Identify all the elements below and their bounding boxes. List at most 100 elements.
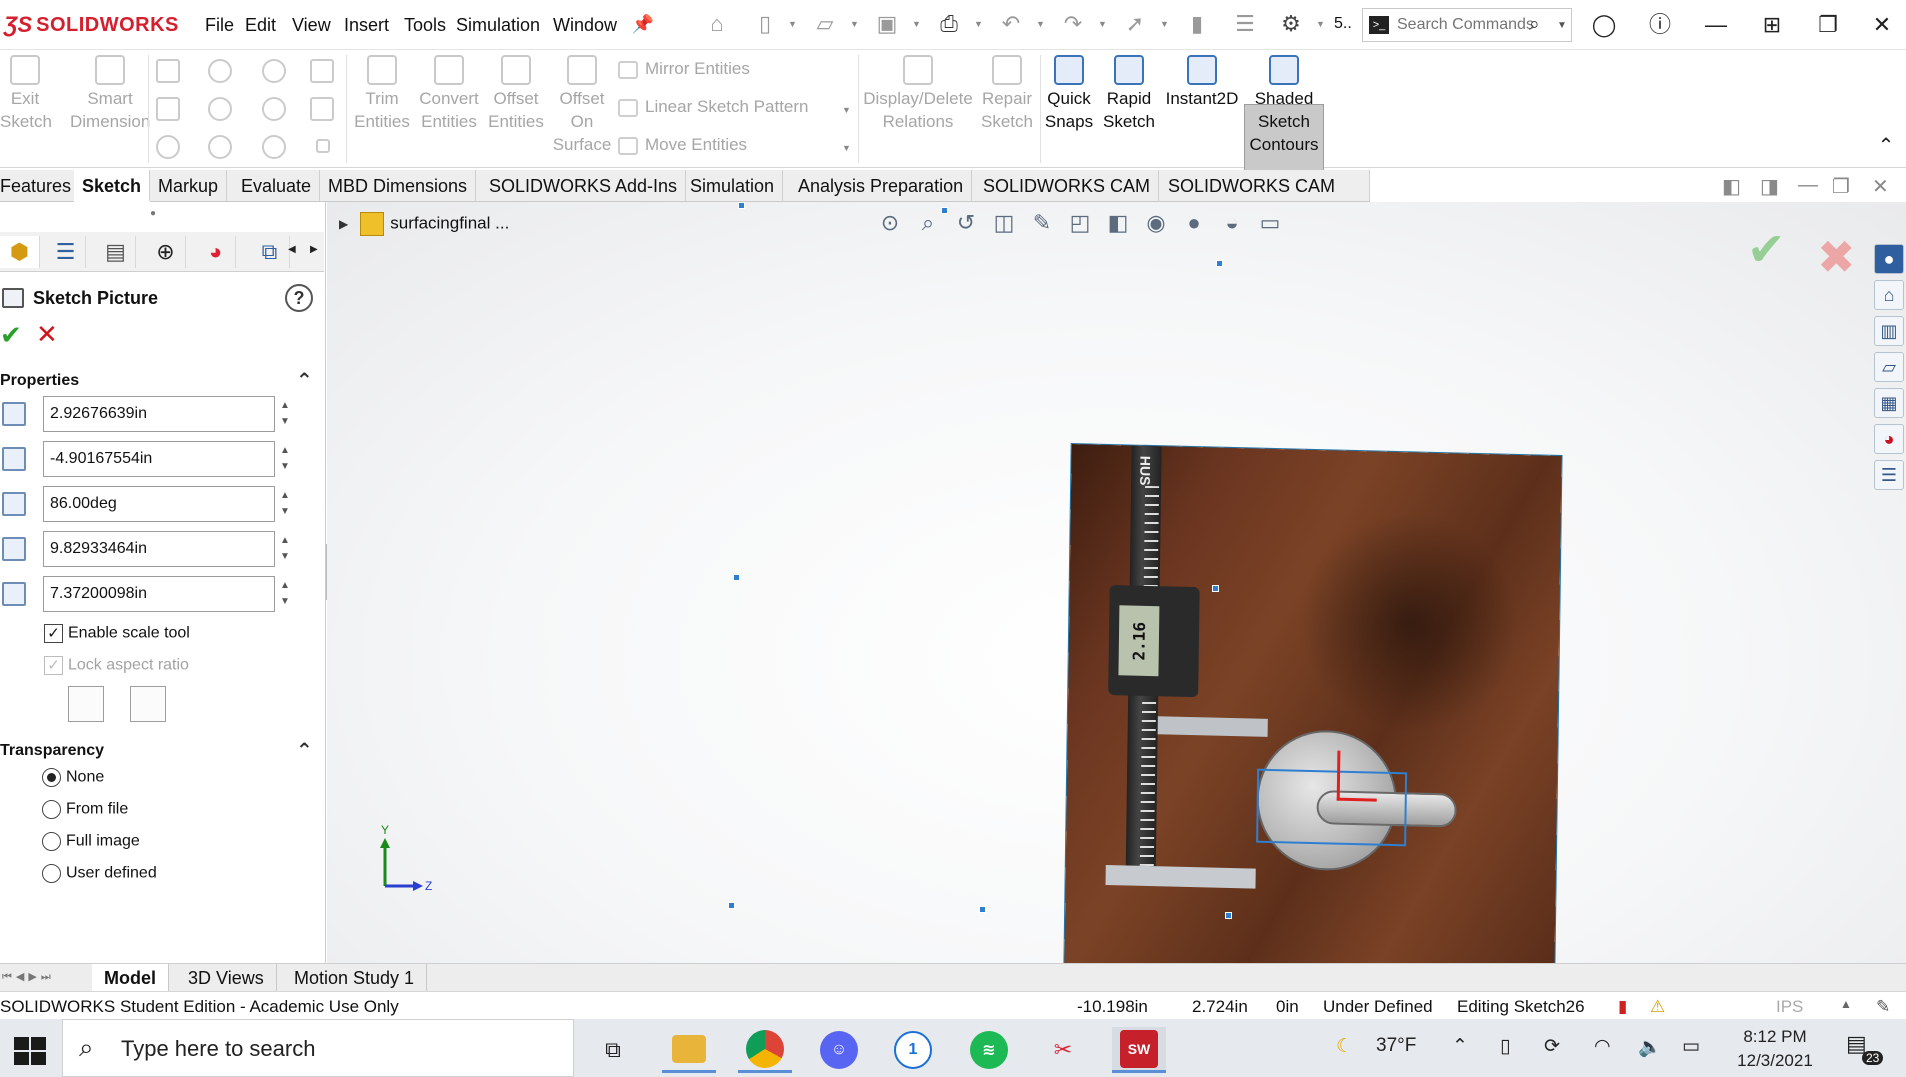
view-palette-icon[interactable]: ▦ — [1874, 388, 1904, 418]
plane-icon[interactable] — [316, 139, 330, 153]
user-account-icon[interactable]: ◯ — [1584, 10, 1624, 40]
radio-icon[interactable] — [42, 864, 61, 883]
save-icon[interactable]: ▣ — [872, 9, 902, 39]
tile-left-icon[interactable]: ◧ — [1722, 174, 1741, 199]
file-properties-icon[interactable]: ☰ — [1230, 9, 1260, 39]
transparency-group-header[interactable]: Transparency ⌃ — [0, 738, 326, 764]
tab-evaluate[interactable]: Evaluate — [233, 170, 321, 202]
tab-features[interactable]: Features — [0, 170, 81, 202]
flip-horizontal-button[interactable] — [68, 686, 104, 722]
slot-icon[interactable] — [156, 135, 180, 159]
trim-entities-button[interactable]: Trim Entities — [350, 55, 414, 133]
undo-icon[interactable]: ↶ — [996, 9, 1026, 39]
offset-entities-button[interactable]: Offset Entities — [484, 55, 548, 133]
feature-tree-flyout[interactable]: ▶ surfacingfinal ... — [339, 212, 509, 236]
checkbox-checked-icon[interactable]: ✓ — [44, 624, 63, 643]
start-button[interactable] — [8, 1031, 46, 1067]
home-icon[interactable]: ⌂ — [702, 9, 732, 39]
linear-sketch-pattern-button[interactable]: Linear Sketch Pattern — [618, 97, 808, 117]
tab-3d-views[interactable]: 3D Views — [176, 964, 277, 992]
mirror-entities-button[interactable]: Mirror Entities — [618, 59, 750, 79]
weather-moon-icon[interactable]: ☾ — [1336, 1035, 1353, 1058]
tile-right-icon[interactable]: ◨ — [1760, 174, 1779, 199]
collapse-transparency-icon[interactable]: ⌃ — [296, 738, 313, 763]
taskbar-search[interactable]: ⌕ Type here to search — [62, 1019, 574, 1077]
previous-view-icon[interactable]: ↺ — [950, 208, 982, 238]
resize-handle-left[interactable] — [733, 574, 740, 581]
resize-handle-top-left[interactable] — [738, 202, 745, 209]
resize-handle-bottom-right[interactable] — [1225, 912, 1232, 919]
tab-scroll-right-icon[interactable]: ▶ — [310, 244, 318, 255]
help-icon[interactable]: ⓘ — [1640, 10, 1680, 40]
sketch-picture-image[interactable]: HUS 2.16 — [1062, 444, 1562, 963]
tab-analysis-preparation[interactable]: Analysis Preparation — [790, 170, 973, 202]
menu-simulation[interactable]: Simulation — [456, 15, 540, 36]
tab-mbd-dimensions[interactable]: MBD Dimensions — [320, 170, 477, 202]
select-cursor-icon[interactable]: ➚ — [1120, 9, 1150, 39]
pattern-dropdown-icon[interactable]: ▼ — [842, 105, 851, 115]
tab-addins[interactable]: SOLIDWORKS Add-Ins — [481, 170, 687, 202]
spline-icon[interactable] — [262, 59, 286, 83]
ellipse-icon[interactable] — [262, 97, 286, 121]
lock-aspect-ratio-checkbox[interactable]: ✓ Lock aspect ratio — [44, 656, 189, 680]
doc-minimize-icon[interactable]: — — [1798, 174, 1818, 197]
search-commands-input[interactable] — [1397, 14, 1537, 36]
new-document-icon[interactable]: ▯ — [750, 9, 780, 39]
rebuild-icon[interactable]: ▮ — [1182, 9, 1212, 39]
hide-show-items-icon[interactable]: ◉ — [1140, 208, 1172, 238]
angle-input[interactable] — [43, 486, 275, 522]
print-dropdown-icon[interactable]: ▼ — [974, 19, 983, 29]
appearances-icon[interactable]: ◕ — [1874, 424, 1904, 454]
properties-group-header[interactable]: Properties ⌃ — [0, 368, 326, 394]
collapse-properties-icon[interactable]: ⌃ — [296, 368, 313, 393]
open-dropdown-icon[interactable]: ▼ — [850, 19, 859, 29]
resize-handle-right[interactable] — [1212, 585, 1219, 592]
collapse-ribbon-icon[interactable]: ⌃ — [1866, 131, 1906, 161]
display-manager-tab-icon[interactable]: ◕ — [196, 236, 236, 268]
confirm-cancel-icon[interactable]: ✖ — [1817, 230, 1856, 284]
tab-sketch[interactable]: Sketch — [74, 170, 151, 202]
display-delete-relations-button[interactable]: Display/Delete Relations — [862, 55, 974, 133]
property-manager-tab-icon[interactable]: ☰ — [46, 236, 86, 268]
print-icon[interactable]: ⎙ — [934, 9, 964, 39]
zoom-to-area-icon[interactable]: ⌕ — [912, 208, 944, 238]
wifi-icon[interactable]: ◠ — [1594, 1035, 1611, 1058]
quick-snaps-button[interactable]: Quick Snaps — [1042, 55, 1096, 133]
height-spinner-icon[interactable]: ▲ ▼ — [280, 578, 290, 610]
save-dropdown-icon[interactable]: ▼ — [912, 19, 921, 29]
move-dropdown-icon[interactable]: ▼ — [842, 143, 851, 153]
transparency-none-radio[interactable]: None — [42, 768, 104, 792]
tab-scroll-icons[interactable]: ⏮◀▶⏭ — [2, 970, 55, 984]
home-pane-icon[interactable]: ⌂ — [1874, 280, 1904, 310]
resize-handle-bottom-left[interactable] — [728, 902, 735, 909]
smart-dimension-button[interactable]: Smart Dimension — [70, 55, 150, 133]
restore-layout-button[interactable]: ⊞ — [1752, 10, 1792, 40]
tab-solidworks-cam[interactable]: SOLIDWORKS CAM — [975, 170, 1160, 202]
open-folder-icon[interactable]: ▱ — [810, 9, 840, 39]
rebuild-status-icon[interactable]: ▮ — [1618, 997, 1627, 1017]
resize-handle-bottom[interactable] — [979, 906, 986, 913]
sync-icon[interactable]: ⟳ — [1544, 1035, 1560, 1058]
origin-y-input[interactable] — [43, 441, 275, 477]
radio-icon[interactable] — [42, 832, 61, 851]
origin-y-spinner-icon[interactable]: ▲ ▼ — [280, 443, 290, 475]
close-button[interactable]: ✕ — [1862, 10, 1902, 40]
search-commands-box[interactable]: >_ ⌕ ▼ — [1362, 8, 1572, 42]
customize-icon[interactable]: ✎ — [1876, 997, 1890, 1017]
doc-close-icon[interactable]: ✕ — [1872, 174, 1889, 199]
menu-file[interactable]: File — [205, 15, 234, 36]
point-icon[interactable] — [310, 59, 334, 83]
ok-button[interactable]: ✔ — [0, 320, 22, 351]
confirm-ok-icon[interactable]: ✔ — [1747, 222, 1786, 276]
volume-icon[interactable]: 🔈 — [1638, 1035, 1662, 1059]
menu-window[interactable]: Window — [553, 15, 617, 36]
text-icon[interactable] — [310, 97, 334, 121]
line-icon[interactable] — [156, 59, 180, 83]
dimxpert-tab-icon[interactable]: ⊕ — [146, 236, 186, 268]
design-library-icon[interactable]: ▥ — [1874, 316, 1904, 346]
discord-icon[interactable]: ☺ — [812, 1027, 866, 1073]
display-style-icon[interactable]: ◧ — [1102, 208, 1134, 238]
arc-icon[interactable] — [208, 97, 232, 121]
undo-dropdown-icon[interactable]: ▼ — [1036, 19, 1045, 29]
tab-scroll-left-icon[interactable]: ◀ — [288, 244, 296, 255]
